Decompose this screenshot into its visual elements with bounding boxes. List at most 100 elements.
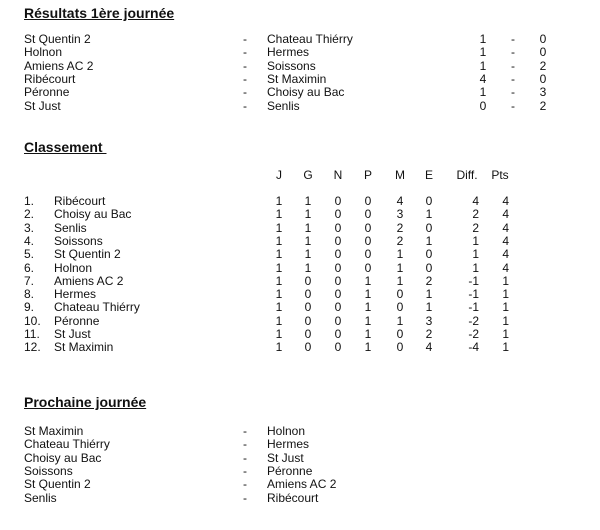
stat-diff: -2 [468,313,479,328]
stat-e: 4 [425,340,433,355]
separator: - [243,32,247,46]
home-team: Senlis [24,490,57,505]
stat-j: 1 [275,300,283,315]
stat-g: 1 [304,207,312,222]
stat-pts: 1 [502,340,509,355]
header-j: J [276,168,282,182]
rank: 12. [24,340,41,355]
stat-e: 0 [425,194,433,208]
stat-g: 0 [304,340,312,355]
stat-n: 0 [334,327,342,341]
team-name: Senlis [54,220,87,235]
stat-pts: 1 [502,327,509,341]
stat-g: 0 [304,287,312,302]
stat-j: 1 [275,287,283,302]
rank: 2. [24,207,35,222]
separator: - [243,58,247,73]
away-team: Soissons [267,58,316,73]
home-team: Choisy au Bac [24,450,102,465]
team-name: St Maximin [54,340,114,355]
stat-j: 1 [275,194,283,208]
home-team: Soissons [24,463,73,478]
stat-g: 0 [304,327,312,341]
home-team: Amiens AC 2 [24,58,94,73]
stat-n: 0 [334,220,342,235]
stat-p: 1 [364,300,372,315]
stat-p: 0 [364,247,372,262]
rank: 3. [24,220,35,235]
team-name: Ribécourt [54,194,106,208]
standings-row: 4. Soissons 1 1 0 0 2 1 1 4 [0,233,600,248]
away-team: Hermes [267,45,310,60]
rank: 6. [24,260,35,275]
home-team: St Maximin [24,424,84,438]
rank: 5. [24,247,35,262]
stat-p: 1 [364,340,372,355]
stat-n: 0 [334,194,342,208]
stat-g: 1 [304,220,312,235]
result-row: Péronne - Choisy au Bac 1 - 3 [0,85,600,100]
stat-pts: 1 [502,287,509,302]
stat-e: 2 [425,327,433,341]
rank: 1. [24,194,35,208]
stat-g: 0 [304,313,312,328]
standings-row: 1. Ribécourt 1 1 0 0 4 0 4 4 [0,194,600,208]
stat-e: 0 [425,247,433,262]
fixture-row: St Maximin - Holnon [0,424,600,438]
away-score: 0 [539,45,547,60]
separator: - [243,490,247,505]
standings-row: 9. Chateau Thiérry 1 0 0 1 0 1 -1 1 [0,300,600,315]
home-team: Chateau Thiérry [24,437,110,452]
stat-m: 1 [396,313,404,328]
header-g: G [303,168,313,182]
rank: 8. [24,287,35,302]
team-name: St Quentin 2 [54,247,121,262]
stat-n: 0 [334,300,342,315]
stat-g: 1 [304,247,312,262]
stat-diff: 2 [472,207,479,222]
stat-m: 0 [396,327,404,341]
stat-g: 0 [304,273,312,288]
team-name: Holnon [54,260,93,275]
header-e: E [424,168,433,182]
stat-p: 0 [364,220,372,235]
score-separator: - [511,45,515,60]
standings-row: 8. Hermes 1 0 0 1 0 1 -1 1 [0,287,600,302]
home-score: 1 [479,45,487,60]
stat-e: 1 [425,207,433,222]
stat-pts: 4 [502,207,509,222]
standings-row: 7. Amiens AC 2 1 0 0 1 1 2 -1 1 [0,273,600,288]
result-row: Holnon - Hermes 1 - 0 [0,45,600,60]
stat-diff: -2 [468,327,479,341]
stat-diff: 2 [472,220,479,235]
stat-p: 1 [364,273,372,288]
stat-e: 3 [425,313,433,328]
separator: - [243,477,247,492]
stat-m: 0 [396,340,404,355]
stat-m: 3 [396,207,404,222]
stat-e: 1 [425,287,433,302]
team-name: Soissons [54,233,103,248]
team-name: Chateau Thiérry [54,300,140,315]
stat-n: 0 [334,287,342,302]
away-score: 2 [539,98,547,113]
away-team: Choisy au Bac [267,85,345,100]
header-p: P [363,168,372,182]
stat-p: 0 [364,194,372,208]
result-row: St Just - Senlis 0 - 2 [0,98,600,113]
standings-header-row: J G N P M E Diff. Pts [0,168,600,182]
stat-diff: -1 [468,273,479,288]
away-score: 0 [539,32,547,46]
stat-e: 1 [425,233,433,248]
stat-j: 1 [275,247,283,262]
stat-e: 1 [425,300,433,315]
standings-row: 6. Holnon 1 1 0 0 1 0 1 4 [0,260,600,275]
away-team: Senlis [267,98,300,113]
away-team: Ribécourt [267,490,319,505]
stat-m: 1 [396,247,404,262]
stat-pts: 4 [502,260,509,275]
stat-p: 0 [364,260,372,275]
standings-row: 5. St Quentin 2 1 1 0 0 1 0 1 4 [0,247,600,262]
stat-g: 1 [304,260,312,275]
home-team: Holnon [24,45,63,60]
